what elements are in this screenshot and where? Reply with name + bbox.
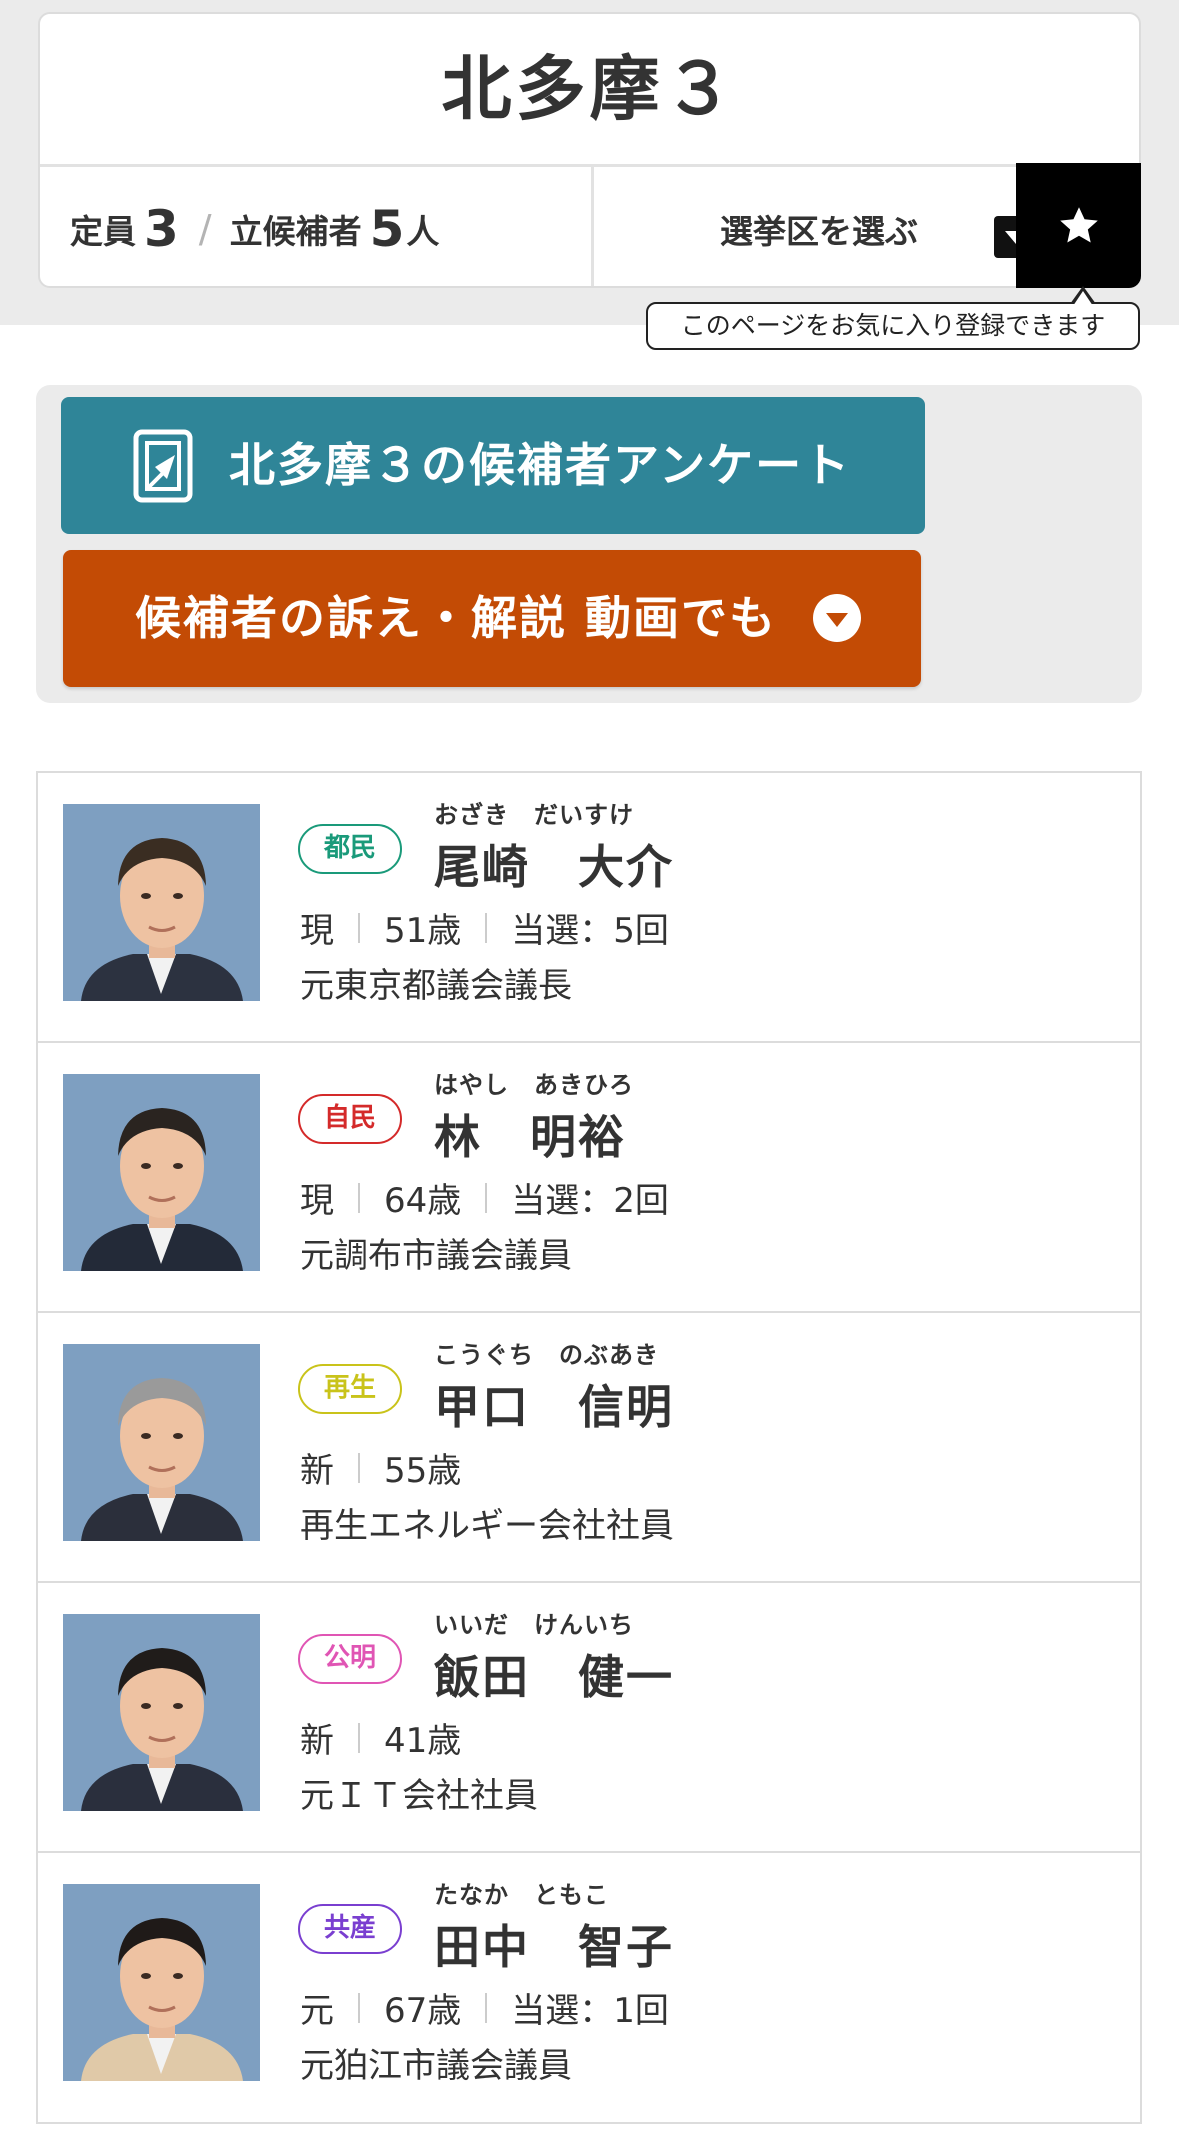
- candidate-photo: [63, 1074, 260, 1271]
- candidate-meta: 新 41歳: [300, 1713, 461, 1762]
- portrait-image: [63, 1074, 260, 1271]
- candidates-count: 5: [369, 199, 405, 258]
- video-commentary-button[interactable]: 候補者の訴え・解説 動画でも: [63, 550, 921, 687]
- candidate-meta: 現 51歳 当選：5回: [300, 903, 669, 952]
- candidates-label: 立候補者: [229, 211, 362, 251]
- portrait-image: [63, 804, 260, 1001]
- candidate-age: 41歳: [384, 1721, 462, 1761]
- candidate-meta: 新 55歳: [300, 1443, 461, 1492]
- candidate-age: 64歳: [384, 1181, 462, 1221]
- candidate-furigana: いいだ けんいち: [434, 1611, 634, 1639]
- portrait-image: [63, 1614, 260, 1811]
- select-district-button[interactable]: 選挙区を選ぶ: [596, 167, 1056, 286]
- candidate-wins: 当選：1回: [511, 1991, 669, 2031]
- meta-separator: [485, 912, 488, 943]
- candidate-survey-button[interactable]: 北多摩３の候補者アンケート: [61, 397, 925, 534]
- meta-separator: [358, 1182, 360, 1213]
- select-district-label: 選挙区を選ぶ: [720, 211, 918, 251]
- candidate-name: 飯田 健一: [434, 1650, 674, 1704]
- candidate-name: 林 明裕: [434, 1110, 626, 1164]
- candidate-photo: [63, 804, 260, 1001]
- candidate-wins: 当選：2回: [511, 1181, 669, 1221]
- candidate-row[interactable]: 都民 おざき だいすけ 尾崎 大介 現 51歳 当選：5回 元東京都議会議長: [38, 773, 1140, 1043]
- candidate-photo: [63, 1614, 260, 1811]
- candidate-status: 元: [300, 1991, 334, 2031]
- candidate-furigana: はやし あきひろ: [434, 1071, 634, 1099]
- seats-value: 3: [144, 199, 179, 258]
- party-badge: 自民: [298, 1094, 402, 1144]
- tooltip-notch-fill: [1073, 291, 1093, 306]
- meta-separator: [358, 1992, 360, 2023]
- divider: [591, 167, 594, 286]
- star-icon: [1059, 206, 1098, 242]
- meta-separator: [485, 1182, 488, 1213]
- seats-label: 定員: [70, 211, 136, 251]
- candidate-career: 元ＩＴ会社社員: [300, 1776, 538, 1816]
- candidate-furigana: おざき だいすけ: [434, 801, 634, 829]
- candidate-survey-label: 北多摩３の候補者アンケート: [229, 438, 852, 492]
- candidate-career: 元狛江市議会議員: [300, 2046, 572, 2086]
- candidate-name: 尾崎 大介: [434, 840, 674, 894]
- candidate-career: 元東京都議会議長: [300, 966, 572, 1006]
- candidate-status: 新: [300, 1721, 334, 1761]
- meta-separator: [358, 1452, 360, 1483]
- portrait-image: [63, 1344, 260, 1541]
- candidate-name: 田中 智子: [434, 1920, 674, 1974]
- meta-separator: [358, 1722, 360, 1753]
- candidate-career: 元調布市議会議員: [300, 1236, 572, 1276]
- candidate-photo: [63, 1884, 260, 2081]
- candidate-status: 現: [300, 1181, 334, 1221]
- candidate-name: 甲口 信明: [434, 1380, 674, 1434]
- candidate-furigana: たなか ともこ: [434, 1881, 609, 1909]
- candidate-meta: 元 67歳 当選：1回: [300, 1983, 669, 2032]
- chevron-down-circle-icon: [813, 594, 861, 642]
- candidate-list: 都民 おざき だいすけ 尾崎 大介 現 51歳 当選：5回 元東京都議会議長 自…: [36, 771, 1142, 2124]
- candidate-furigana: こうぐち のぶあき: [434, 1341, 659, 1369]
- portrait-image: [63, 1884, 260, 2081]
- candidate-meta: 現 64歳 当選：2回: [300, 1173, 669, 1222]
- survey-document-icon: [133, 429, 193, 503]
- video-commentary-label: 候補者の訴え・解説 動画でも: [135, 591, 778, 645]
- candidate-row[interactable]: 公明 いいだ けんいち 飯田 健一 新 41歳 元ＩＴ会社社員: [38, 1583, 1140, 1853]
- candidate-status: 新: [300, 1451, 334, 1491]
- favorite-tooltip-text: このページをお気に入り登録できます: [680, 311, 1106, 340]
- meta-separator: [358, 912, 360, 943]
- district-title: 北多摩３: [441, 48, 738, 130]
- candidate-career: 再生エネルギー会社社員: [300, 1506, 674, 1546]
- candidate-status: 現: [300, 911, 334, 951]
- candidate-wins: 当選：5回: [511, 911, 669, 951]
- candidate-age: 67歳: [384, 1991, 462, 2031]
- candidate-row[interactable]: 再生 こうぐち のぶあき 甲口 信明 新 55歳 再生エネルギー会社社員: [38, 1313, 1140, 1583]
- seat-info: 定員 3 / 立候補者 5 人: [70, 167, 590, 286]
- party-badge: 公明: [298, 1634, 402, 1684]
- party-badge: 共産: [298, 1904, 402, 1954]
- candidate-row[interactable]: 自民 はやし あきひろ 林 明裕 現 64歳 当選：2回 元調布市議会議員: [38, 1043, 1140, 1313]
- district-card: 北多摩３ 定員 3 / 立候補者 5 人 選挙区を選ぶ: [38, 12, 1141, 288]
- candidate-age: 55歳: [384, 1451, 462, 1491]
- favorite-tooltip: このページをお気に入り登録できます: [646, 286, 1140, 350]
- meta-separator: [485, 1992, 488, 2023]
- candidate-row[interactable]: 共産 たなか ともこ 田中 智子 元 67歳 当選：1回 元狛江市議会議員: [38, 1853, 1140, 2122]
- candidate-photo: [63, 1344, 260, 1541]
- candidate-age: 51歳: [384, 911, 462, 951]
- candidates-unit: 人: [406, 211, 440, 251]
- party-badge: 都民: [298, 824, 402, 874]
- favorite-button[interactable]: [1016, 163, 1141, 288]
- party-badge: 再生: [298, 1364, 402, 1414]
- seat-separator: /: [198, 206, 212, 251]
